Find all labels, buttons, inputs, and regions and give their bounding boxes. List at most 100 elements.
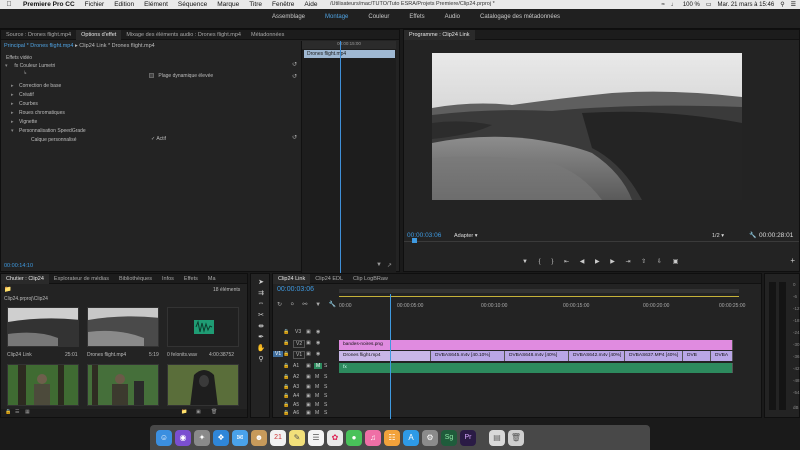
- menu-titre[interactable]: Titre: [244, 1, 267, 8]
- extract-icon[interactable]: ⇩: [657, 259, 662, 265]
- program-scrub-bar[interactable]: [404, 238, 799, 247]
- menu-app[interactable]: Premiere Pro CC: [18, 1, 80, 8]
- icon-view-icon[interactable]: ▦: [25, 409, 30, 415]
- thumb-hooded-figure[interactable]: [167, 364, 239, 406]
- tab-info[interactable]: Infos: [157, 276, 179, 282]
- eye-icon[interactable]: ◉: [316, 351, 320, 357]
- item-name[interactable]: 0 felonits.wav: [167, 352, 197, 358]
- zoom-tool-icon[interactable]: ⚲: [256, 355, 266, 365]
- document-icon[interactable]: ▤: [489, 429, 505, 446]
- step-forward-icon[interactable]: ▶: [610, 259, 615, 265]
- ibooks-icon[interactable]: ☷: [384, 429, 400, 446]
- menu-marque[interactable]: Marque: [212, 1, 244, 8]
- link-clip-label[interactable]: Clip24 Link * Drones flight.mp4: [79, 43, 155, 49]
- lock-icon[interactable]: 🔒: [283, 363, 289, 369]
- sync-lock-icon[interactable]: ▣: [306, 410, 311, 416]
- tab-clip-lograw[interactable]: Clip LogBRaw: [348, 276, 393, 282]
- solo-button[interactable]: S: [324, 363, 327, 369]
- contacts-icon[interactable]: ☻: [251, 429, 267, 446]
- solo-button[interactable]: S: [324, 393, 327, 399]
- workspace-tab-audio[interactable]: Audio: [435, 14, 470, 20]
- sync-lock-icon[interactable]: ▣: [306, 384, 311, 390]
- effect-row-vignette[interactable]: ▸ Vignette: [11, 119, 37, 125]
- thumb-clip24-link[interactable]: [7, 307, 79, 347]
- collapse-triangle-icon[interactable]: ▾: [11, 128, 19, 134]
- messages-icon[interactable]: ●: [346, 429, 362, 446]
- checkmark-icon[interactable]: ✓: [151, 136, 155, 142]
- premiere-icon[interactable]: Pr: [460, 429, 476, 446]
- snap-icon[interactable]: ⚪: [290, 302, 295, 308]
- zoom-scrollbar[interactable]: [339, 289, 739, 293]
- lock-icon[interactable]: 🔒: [283, 340, 289, 346]
- effect-timeline-ruler[interactable]: 00:00:15:00: [302, 41, 396, 49]
- menu-edition[interactable]: Edition: [109, 1, 139, 8]
- mute-button[interactable]: M: [315, 393, 319, 399]
- trash-icon[interactable]: 🗑: [211, 409, 217, 415]
- tab-program[interactable]: Programme : Clip24 Link: [404, 29, 475, 40]
- spotlight-icon[interactable]: ⚲: [780, 1, 784, 8]
- timeline-clip-v1[interactable]: DVBAS642.m4v [40%]: [569, 351, 625, 361]
- mute-button[interactable]: M: [315, 374, 319, 380]
- linked-selection-icon[interactable]: ⚯: [302, 302, 307, 308]
- timeline-clip-v1[interactable]: DVBAS648.m4v [40%]: [505, 351, 569, 361]
- track-select-tool-icon[interactable]: ⇉: [256, 289, 266, 299]
- menu-aide[interactable]: Aide: [299, 1, 322, 8]
- export-frame-icon[interactable]: ▣: [673, 259, 679, 265]
- effect-timecode[interactable]: 00:00:14:10: [4, 263, 33, 269]
- effect-row-speedgrade[interactable]: ▾ Personnalisation SpeedGrade: [11, 128, 86, 134]
- add-button-icon[interactable]: +: [790, 256, 795, 265]
- menu-sequence[interactable]: Séquence: [173, 1, 212, 8]
- tab-source[interactable]: Source : Drones flight.mp4: [1, 32, 76, 38]
- reset-icon-2[interactable]: ↺: [292, 73, 297, 80]
- fx-badge-icon[interactable]: fx: [14, 63, 18, 69]
- sync-lock-icon[interactable]: ▣: [306, 351, 311, 357]
- expand-triangle-icon[interactable]: ▸: [11, 92, 19, 98]
- timeline-clip-v1[interactable]: DVBAS637.MP4 [40%]: [625, 351, 683, 361]
- new-item-icon[interactable]: ▣: [196, 409, 201, 415]
- hdr-checkbox[interactable]: [149, 73, 154, 79]
- solo-button[interactable]: S: [324, 384, 327, 390]
- expand-triangle-icon[interactable]: ▸: [11, 110, 19, 116]
- timeline-clip-v1[interactable]: DVBA: [711, 351, 733, 361]
- out-point-icon[interactable]: }: [551, 259, 553, 265]
- lock-icon[interactable]: 🔒: [5, 409, 11, 415]
- thumb-drones-flight[interactable]: [87, 307, 159, 347]
- mute-button[interactable]: M: [315, 402, 319, 408]
- timeline-clip-v1[interactable]: DVB: [683, 351, 711, 361]
- program-video-frame[interactable]: [432, 53, 742, 200]
- marker-icon[interactable]: ▼: [522, 259, 528, 265]
- keyframe-icon[interactable]: ↳: [23, 70, 27, 76]
- source-patch-v1[interactable]: V1: [273, 351, 284, 357]
- sequence-clip-label[interactable]: Principal * Drones flight.mp4: [4, 43, 73, 49]
- menu-fichier[interactable]: Fichier: [80, 1, 110, 8]
- program-playhead[interactable]: [412, 238, 417, 243]
- tab-markers[interactable]: Ma: [203, 276, 221, 282]
- timeline-timecode[interactable]: 00:00:03:06: [277, 286, 314, 293]
- track-label[interactable]: V2: [293, 340, 306, 348]
- lock-icon[interactable]: 🔒: [283, 384, 289, 390]
- thumb-audio[interactable]: [167, 307, 239, 347]
- item-name[interactable]: Drones flight.mp4: [87, 352, 126, 358]
- tab-bin[interactable]: Chutier : Clip24: [1, 273, 49, 284]
- finder-icon[interactable]: ☺: [156, 429, 172, 446]
- new-bin-icon[interactable]: 📁: [181, 409, 187, 415]
- timeline-clip-v1[interactable]: DVBAS645.m4v [40.10%]: [431, 351, 505, 361]
- razor-tool-icon[interactable]: ✂: [256, 311, 266, 321]
- sync-lock-icon[interactable]: ▣: [306, 363, 311, 369]
- step-back-icon[interactable]: ◀: [580, 259, 585, 265]
- lumetri-row[interactable]: ▾ fx Couleur Lumetri: [5, 63, 55, 69]
- speedgrade-icon[interactable]: Sg: [441, 429, 457, 446]
- expand-triangle-icon[interactable]: ▸: [11, 83, 19, 89]
- mute-button[interactable]: M: [314, 363, 323, 369]
- solo-button[interactable]: S: [324, 410, 327, 416]
- wifi-icon[interactable]: ≈: [662, 2, 665, 8]
- lock-icon[interactable]: 🔒: [283, 393, 289, 399]
- effect-timeline[interactable]: 00:00:15:00 Drones flight.mp4: [301, 41, 396, 291]
- apple-icon[interactable]: : [0, 1, 18, 8]
- workspace-tab-montage[interactable]: Montage: [315, 14, 358, 20]
- launchpad-icon[interactable]: ✦: [194, 429, 210, 446]
- sync-lock-icon[interactable]: ▣: [306, 374, 311, 380]
- sync-lock-icon[interactable]: ▣: [306, 393, 311, 399]
- list-view-icon[interactable]: ☰: [15, 409, 19, 415]
- lock-icon[interactable]: 🔒: [283, 374, 289, 380]
